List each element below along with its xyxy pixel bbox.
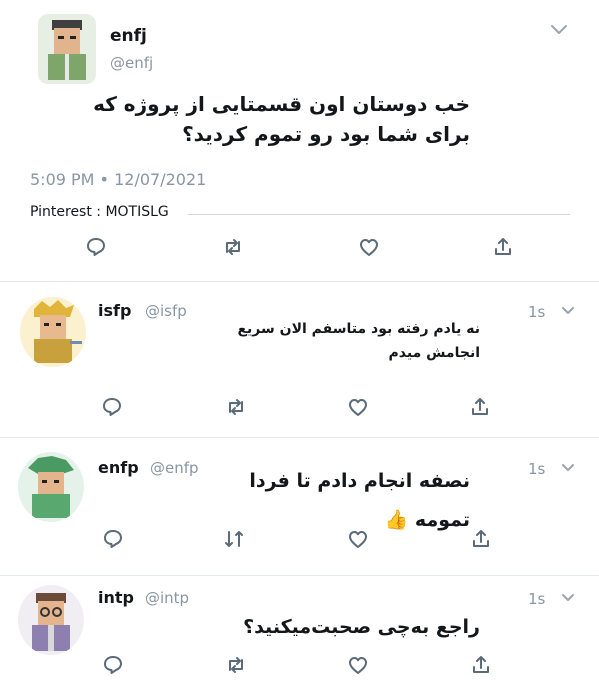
reply-time[interactable]: 1s bbox=[528, 303, 545, 321]
share-icon[interactable] bbox=[469, 396, 491, 418]
source-underline bbox=[188, 214, 570, 215]
like-icon[interactable] bbox=[347, 396, 369, 418]
chevron-down-icon[interactable] bbox=[561, 463, 575, 473]
tweet-timestamp[interactable]: 5:09 PM • 12/07/2021 bbox=[30, 170, 206, 189]
share-icon[interactable] bbox=[470, 528, 492, 550]
reply-text-line-1: راجع به‌چی صحبت‌میکنید؟ bbox=[243, 616, 480, 638]
like-icon[interactable] bbox=[347, 528, 369, 550]
retweet-icon[interactable] bbox=[223, 528, 245, 550]
reply-handle-isfp[interactable]: @isfp bbox=[145, 302, 187, 320]
retweet-icon[interactable] bbox=[222, 236, 244, 258]
avatar-isfp[interactable] bbox=[20, 297, 86, 367]
like-icon[interactable] bbox=[358, 236, 380, 258]
author-handle[interactable]: @enfj bbox=[110, 54, 153, 72]
like-icon[interactable] bbox=[347, 654, 369, 676]
thumbs-up-icon: 👍 bbox=[384, 509, 409, 531]
chevron-down-icon[interactable] bbox=[561, 306, 575, 316]
reply-icon[interactable] bbox=[102, 654, 124, 676]
chevron-down-icon[interactable] bbox=[561, 593, 575, 603]
reply-icon[interactable] bbox=[101, 396, 123, 418]
reply-text-line-2-row: تمومه 👍 bbox=[300, 508, 470, 531]
author-name[interactable]: enfj bbox=[110, 26, 147, 46]
reply-text-line-1: نه یادم رفته بود متاسفم الان سریع bbox=[237, 321, 480, 337]
reply-handle-intp[interactable]: @intp bbox=[145, 589, 189, 607]
reply-name-enfp[interactable]: enfp bbox=[98, 458, 139, 477]
chevron-down-icon[interactable] bbox=[550, 24, 568, 36]
reply-icon[interactable] bbox=[85, 236, 107, 258]
share-icon[interactable] bbox=[492, 236, 514, 258]
reply-name-isfp[interactable]: isfp bbox=[98, 301, 131, 320]
tweet-text-line-1: خب دوستان اون قسمتایی از پروژه که bbox=[93, 92, 470, 116]
reply-text-line-2: تمومه bbox=[414, 509, 470, 531]
retweet-icon[interactable] bbox=[225, 654, 247, 676]
retweet-icon[interactable] bbox=[225, 396, 247, 418]
divider bbox=[0, 281, 599, 282]
avatar-enfj[interactable] bbox=[38, 14, 96, 84]
avatar-enfp[interactable] bbox=[18, 452, 84, 522]
avatar-intp[interactable] bbox=[18, 585, 84, 655]
reply-handle-enfp[interactable]: @enfp bbox=[150, 459, 199, 477]
reply-time[interactable]: 1s bbox=[528, 590, 545, 608]
reply-name-intp[interactable]: intp bbox=[98, 588, 134, 607]
reply-time[interactable]: 1s bbox=[528, 460, 545, 478]
source-label: Pinterest : MOTISLG bbox=[30, 204, 169, 220]
share-icon[interactable] bbox=[470, 654, 492, 676]
reply-icon[interactable] bbox=[102, 528, 124, 550]
divider bbox=[0, 575, 599, 576]
reply-text-line-1: نصفه انجام دادم تا فردا bbox=[249, 470, 470, 492]
tweet-text-line-2: برای شما بود رو تموم کردید؟ bbox=[182, 122, 470, 146]
divider bbox=[0, 437, 599, 438]
reply-text-line-2: انجامش میدم bbox=[388, 345, 480, 361]
